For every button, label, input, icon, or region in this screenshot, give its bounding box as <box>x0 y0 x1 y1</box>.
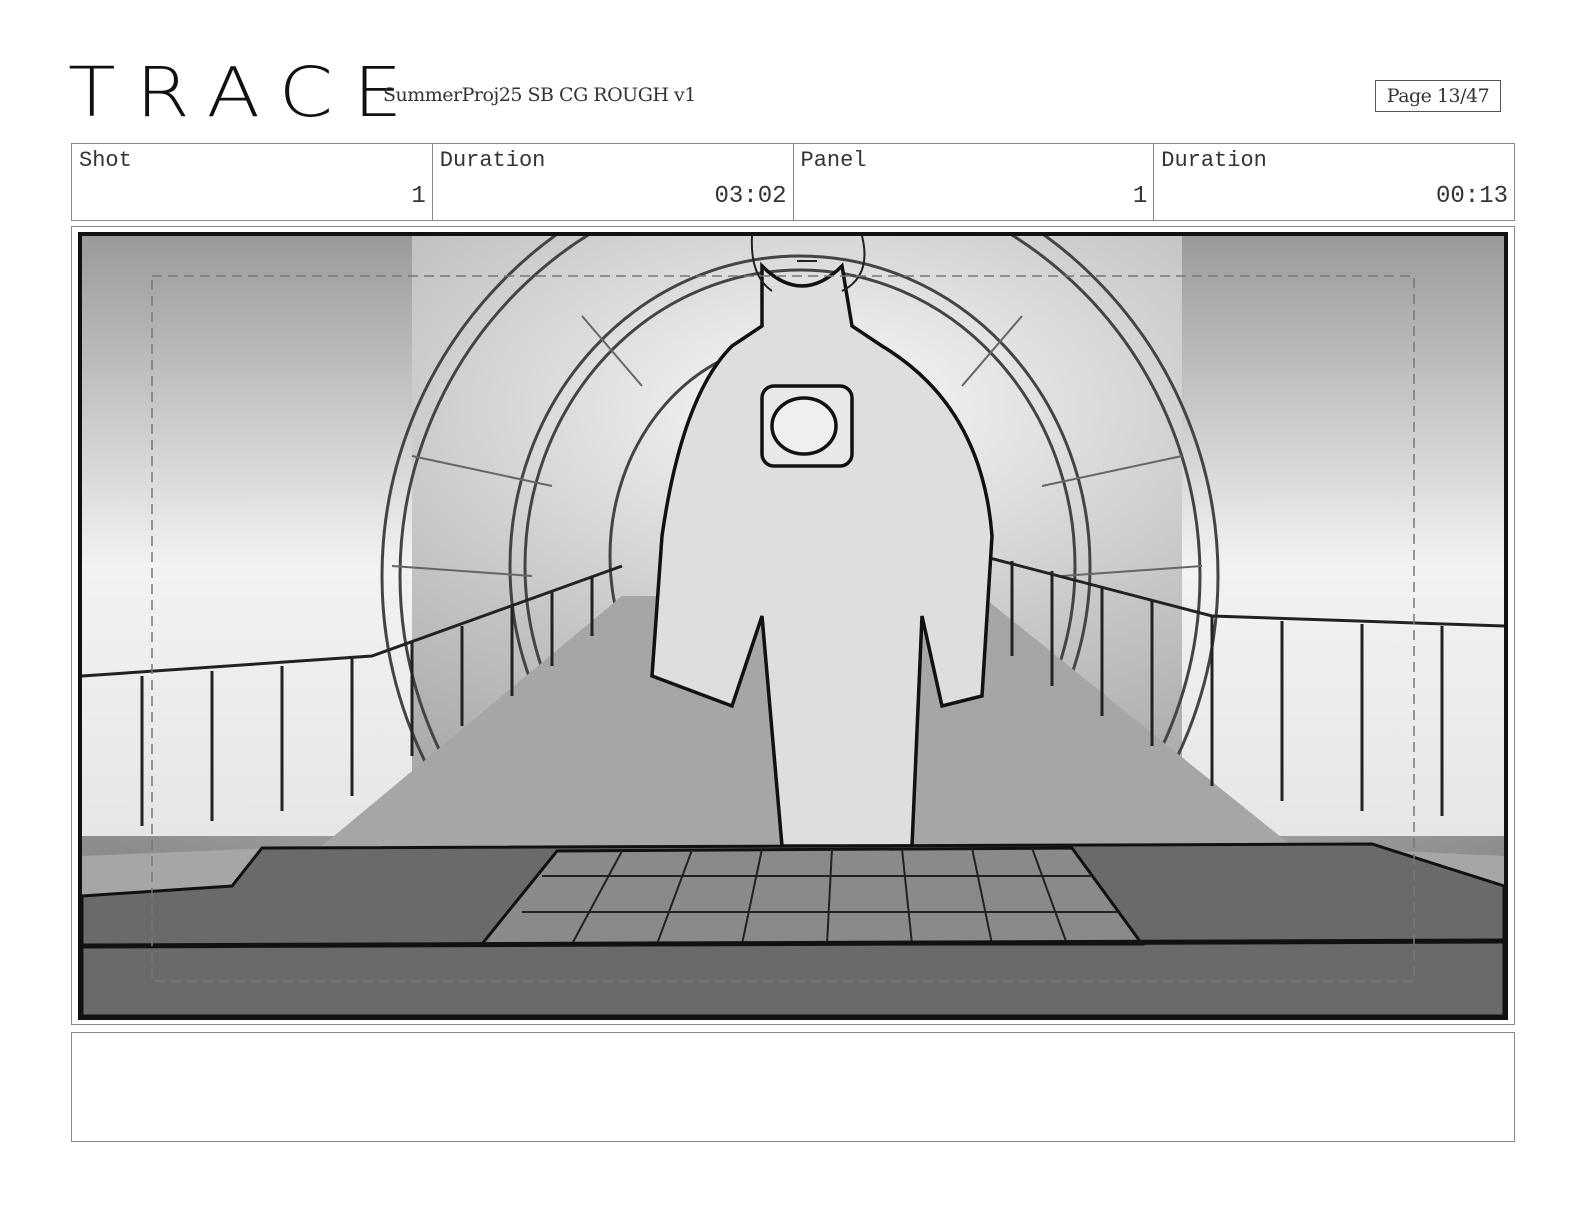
page-number-box: Page 13/47 <box>1375 80 1501 112</box>
storyboard-sketch <box>82 236 1504 1016</box>
panel-cell: Panel 1 <box>794 144 1155 220</box>
shot-duration-label: Duration <box>439 148 546 173</box>
trace-logo: TRACE <box>68 53 423 133</box>
panel-label: Panel <box>800 148 867 173</box>
shot-cell: Shot 1 <box>72 144 433 220</box>
project-title: SummerProj25 SB CG ROUGH v1 <box>383 84 696 106</box>
storyboard-panel-image <box>78 232 1508 1020</box>
panel-duration-cell: Duration 00:13 <box>1154 144 1514 220</box>
shot-label: Shot <box>79 148 132 173</box>
shot-value: 1 <box>411 183 426 210</box>
panel-duration-value: 00:13 <box>1435 183 1508 210</box>
page-number-label: Page 13/47 <box>1386 85 1490 107</box>
panel-notes-box <box>71 1032 1515 1142</box>
shot-info-table: Shot 1 Duration 03:02 Panel 1 Duration 0… <box>71 143 1515 221</box>
shot-duration-cell: Duration 03:02 <box>433 144 794 220</box>
panel-duration-label: Duration <box>1161 148 1267 173</box>
panel-value: 1 <box>1132 183 1148 210</box>
shot-duration-value: 03:02 <box>714 183 787 210</box>
